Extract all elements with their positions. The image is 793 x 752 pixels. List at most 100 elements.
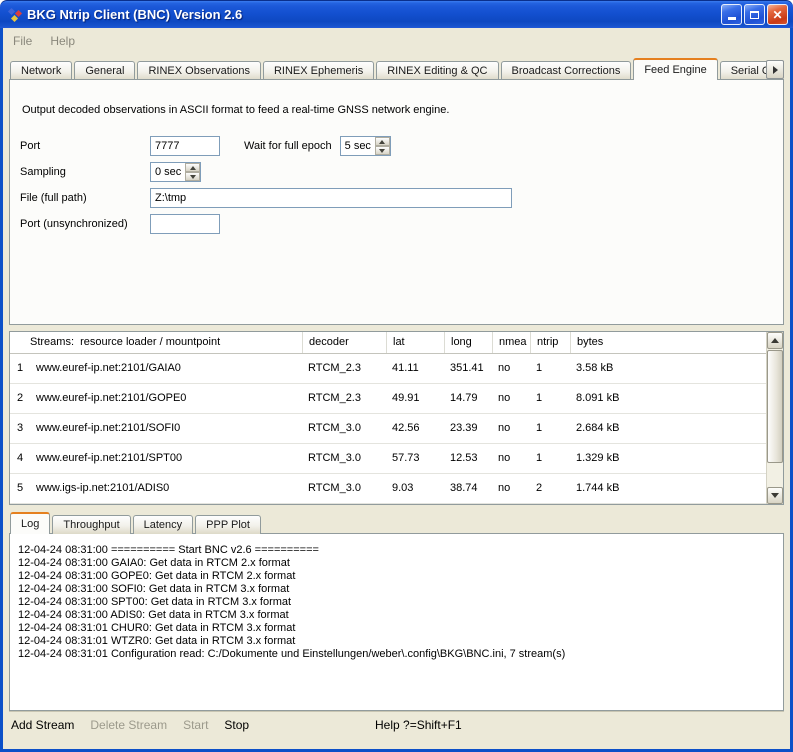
col-decoder[interactable]: decoder <box>302 332 386 353</box>
cell-lat: 9.03 <box>386 474 444 503</box>
spin-up-button[interactable] <box>375 137 390 146</box>
file-path-input[interactable] <box>150 188 512 208</box>
table-row[interactable]: 4 www.euref-ip.net:2101/SPT00 RTCM_3.0 5… <box>10 444 766 474</box>
app-icon[interactable] <box>7 7 23 23</box>
cell-nmea: no <box>492 444 530 473</box>
right-arrow-icon <box>773 66 778 74</box>
log-tabbar: Log Throughput Latency PPP Plot <box>9 513 784 534</box>
scroll-up-button[interactable] <box>767 332 783 349</box>
cell-row-number: 2 <box>10 384 30 413</box>
table-row[interactable]: 2 www.euref-ip.net:2101/GOPE0 RTCM_2.3 4… <box>10 384 766 414</box>
window-controls: ✕ <box>721 4 788 25</box>
minimize-button[interactable] <box>721 4 742 25</box>
sampling-value: 0 sec <box>151 163 185 181</box>
up-arrow-icon <box>771 338 779 343</box>
maximize-button[interactable] <box>744 4 765 25</box>
cell-bytes: 1.329 kB <box>570 444 766 473</box>
cell-row-number: 3 <box>10 414 30 443</box>
up-arrow-icon <box>190 166 196 170</box>
scroll-down-button[interactable] <box>767 487 783 504</box>
port-unsynchronized-input[interactable] <box>150 214 220 234</box>
spin-down-button[interactable] <box>375 146 390 155</box>
down-arrow-icon <box>771 493 779 498</box>
tab-rinex-observations[interactable]: RINEX Observations <box>137 61 260 80</box>
col-long[interactable]: long <box>444 332 492 353</box>
cell-ntrip: 1 <box>530 414 570 443</box>
cell-bytes: 1.744 kB <box>570 474 766 503</box>
bottom-toolbar: Add Stream Delete Stream Start Stop Help… <box>9 711 784 738</box>
cell-nmea: no <box>492 414 530 443</box>
cell-ntrip: 1 <box>530 444 570 473</box>
col-lat[interactable]: lat <box>386 332 444 353</box>
cell-ntrip: 2 <box>530 474 570 503</box>
log-line: 12-04-24 08:31:01 Configuration read: C:… <box>18 648 775 661</box>
sampling-label: Sampling <box>20 166 150 178</box>
tab-rinex-ephemeris[interactable]: RINEX Ephemeris <box>263 61 374 80</box>
tab-broadcast-corrections[interactable]: Broadcast Corrections <box>501 61 632 80</box>
cell-mountpoint: www.euref-ip.net:2101/SOFI0 <box>30 414 302 443</box>
close-button[interactable]: ✕ <box>767 4 788 25</box>
sampling-spin-buttons <box>185 163 200 181</box>
log-line: 12-04-24 08:31:00 ========== Start BNC v… <box>18 544 775 557</box>
cell-nmea: no <box>492 384 530 413</box>
wait-epoch-value: 5 sec <box>341 137 375 155</box>
feed-engine-panel: Output decoded observations in ASCII for… <box>9 79 784 325</box>
file-path-row: File (full path) <box>20 188 773 208</box>
add-stream-button[interactable]: Add Stream <box>11 718 74 732</box>
tab-rinex-editing-qc[interactable]: RINEX Editing & QC <box>376 61 498 80</box>
wait-epoch-spinbox[interactable]: 5 sec <box>340 136 391 156</box>
cell-long: 23.39 <box>444 414 492 443</box>
cell-lat: 42.56 <box>386 414 444 443</box>
cell-decoder: RTCM_3.0 <box>302 444 386 473</box>
tab-latency[interactable]: Latency <box>133 515 194 534</box>
down-arrow-icon <box>379 149 385 153</box>
table-row[interactable]: 3 www.euref-ip.net:2101/SOFI0 RTCM_3.0 4… <box>10 414 766 444</box>
col-ntrip[interactable]: ntrip <box>530 332 570 353</box>
table-row[interactable]: 5 www.igs-ip.net:2101/ADIS0 RTCM_3.0 9.0… <box>10 474 766 504</box>
menu-help[interactable]: Help <box>50 34 75 48</box>
tab-ppp-plot[interactable]: PPP Plot <box>195 515 261 534</box>
col-bytes[interactable]: bytes <box>570 332 766 353</box>
cell-decoder: RTCM_2.3 <box>302 354 386 383</box>
port-input[interactable] <box>150 136 220 156</box>
col-streams-mountpoint[interactable]: Streams: resource loader / mountpoint <box>10 332 302 353</box>
log-line: 12-04-24 08:31:01 CHUR0: Get data in RTC… <box>18 622 775 635</box>
streams-table-area: Streams: resource loader / mountpoint de… <box>10 332 766 504</box>
menubar: File Help <box>9 28 784 54</box>
menu-file[interactable]: File <box>13 34 32 48</box>
port-unsynchronized-label: Port (unsynchronized) <box>20 218 150 230</box>
cell-lat: 49.91 <box>386 384 444 413</box>
file-path-label: File (full path) <box>20 192 150 204</box>
log-line: 12-04-24 08:31:00 GOPE0: Get data in RTC… <box>18 570 775 583</box>
cell-row-number: 5 <box>10 474 30 503</box>
delete-stream-button[interactable]: Delete Stream <box>90 718 167 732</box>
tab-log[interactable]: Log <box>10 512 50 534</box>
table-row[interactable]: 1 www.euref-ip.net:2101/GAIA0 RTCM_2.3 4… <box>10 354 766 384</box>
minimize-icon <box>728 17 736 20</box>
sampling-spinbox[interactable]: 0 sec <box>150 162 201 182</box>
tab-general[interactable]: General <box>74 61 135 80</box>
col-nmea[interactable]: nmea <box>492 332 530 353</box>
tab-throughput[interactable]: Throughput <box>52 515 130 534</box>
panel-description: Output decoded observations in ASCII for… <box>22 104 773 116</box>
window-title: BKG Ntrip Client (BNC) Version 2.6 <box>27 7 721 22</box>
tab-feed-engine[interactable]: Feed Engine <box>633 58 717 80</box>
port-label: Port <box>20 140 150 152</box>
stop-button[interactable]: Stop <box>224 718 249 732</box>
scroll-track[interactable] <box>767 349 783 487</box>
titlebar[interactable]: BKG Ntrip Client (BNC) Version 2.6 ✕ <box>0 0 793 28</box>
cell-ntrip: 1 <box>530 354 570 383</box>
tab-network[interactable]: Network <box>10 61 72 80</box>
log-panel: 12-04-24 08:31:00 ========== Start BNC v… <box>9 533 784 711</box>
spin-up-button[interactable] <box>185 163 200 172</box>
table-scrollbar[interactable] <box>766 332 783 504</box>
sampling-row: Sampling 0 sec <box>20 162 773 182</box>
scroll-thumb[interactable] <box>767 350 783 463</box>
streams-table-header: Streams: resource loader / mountpoint de… <box>10 332 766 354</box>
start-button[interactable]: Start <box>183 718 208 732</box>
cell-mountpoint: www.euref-ip.net:2101/GOPE0 <box>30 384 302 413</box>
port-unsynchronized-row: Port (unsynchronized) <box>20 214 773 234</box>
spin-down-button[interactable] <box>185 172 200 181</box>
cell-lat: 41.11 <box>386 354 444 383</box>
tab-scroll-right-button[interactable] <box>766 60 784 79</box>
